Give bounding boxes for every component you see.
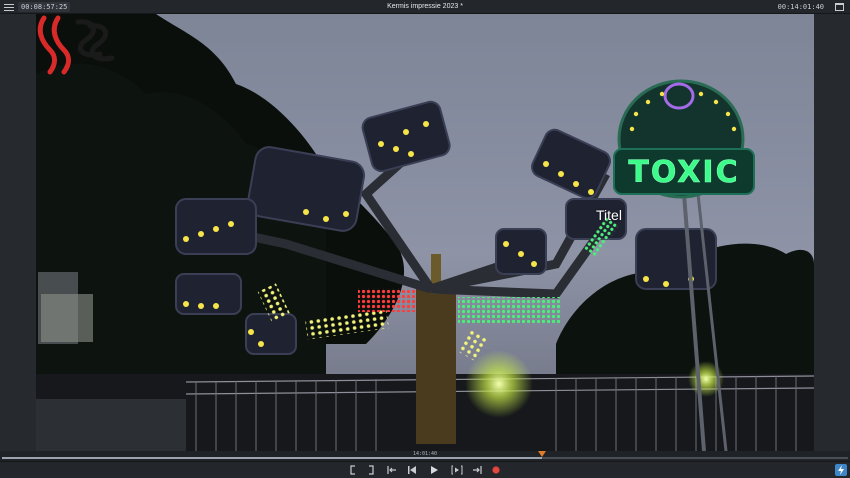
toxic-sign-text: TOXIC — [628, 155, 739, 190]
playhead-marker[interactable] — [537, 451, 546, 457]
transport-controls — [0, 461, 850, 478]
record-icon — [492, 466, 500, 474]
play-button[interactable] — [427, 463, 441, 477]
go-to-end-button[interactable] — [470, 463, 484, 477]
video-frame[interactable]: TOXIC Titel — [36, 14, 814, 451]
lightning-button[interactable] — [835, 464, 847, 476]
total-timecode: 00:14:01:40 — [777, 3, 824, 11]
video-scene: TOXIC — [36, 14, 814, 451]
preview-viewer: TOXIC Titel — [0, 14, 850, 451]
jump-to-out-icon — [451, 465, 463, 475]
go-to-in-button[interactable] — [385, 463, 399, 477]
timeline-scrubber[interactable]: 14:01:40 — [0, 451, 850, 461]
skip-back-icon — [408, 466, 416, 474]
scrubber-progress — [2, 457, 542, 459]
project-title: Kermis impressie 2023 * — [387, 3, 463, 10]
lightning-icon — [838, 465, 844, 475]
title-overlay[interactable]: Titel — [596, 207, 622, 223]
jump-to-end-icon — [473, 466, 482, 474]
watermark-logo-icon — [37, 15, 114, 75]
scrubber-track[interactable] — [2, 457, 848, 459]
window-toggle-icon[interactable] — [835, 3, 844, 11]
mark-out-button[interactable] — [364, 463, 378, 477]
bracket-left-icon — [350, 465, 355, 475]
title-bar: 00:08:57:25 Kermis impressie 2023 * 00:1… — [0, 0, 850, 14]
play-icon — [431, 466, 438, 474]
go-to-start-button[interactable] — [405, 463, 419, 477]
jump-to-in-icon — [387, 466, 396, 474]
bracket-right-icon — [369, 465, 374, 475]
mark-in-button[interactable] — [346, 463, 360, 477]
go-to-out-button[interactable] — [450, 463, 464, 477]
record-button[interactable] — [489, 463, 503, 477]
